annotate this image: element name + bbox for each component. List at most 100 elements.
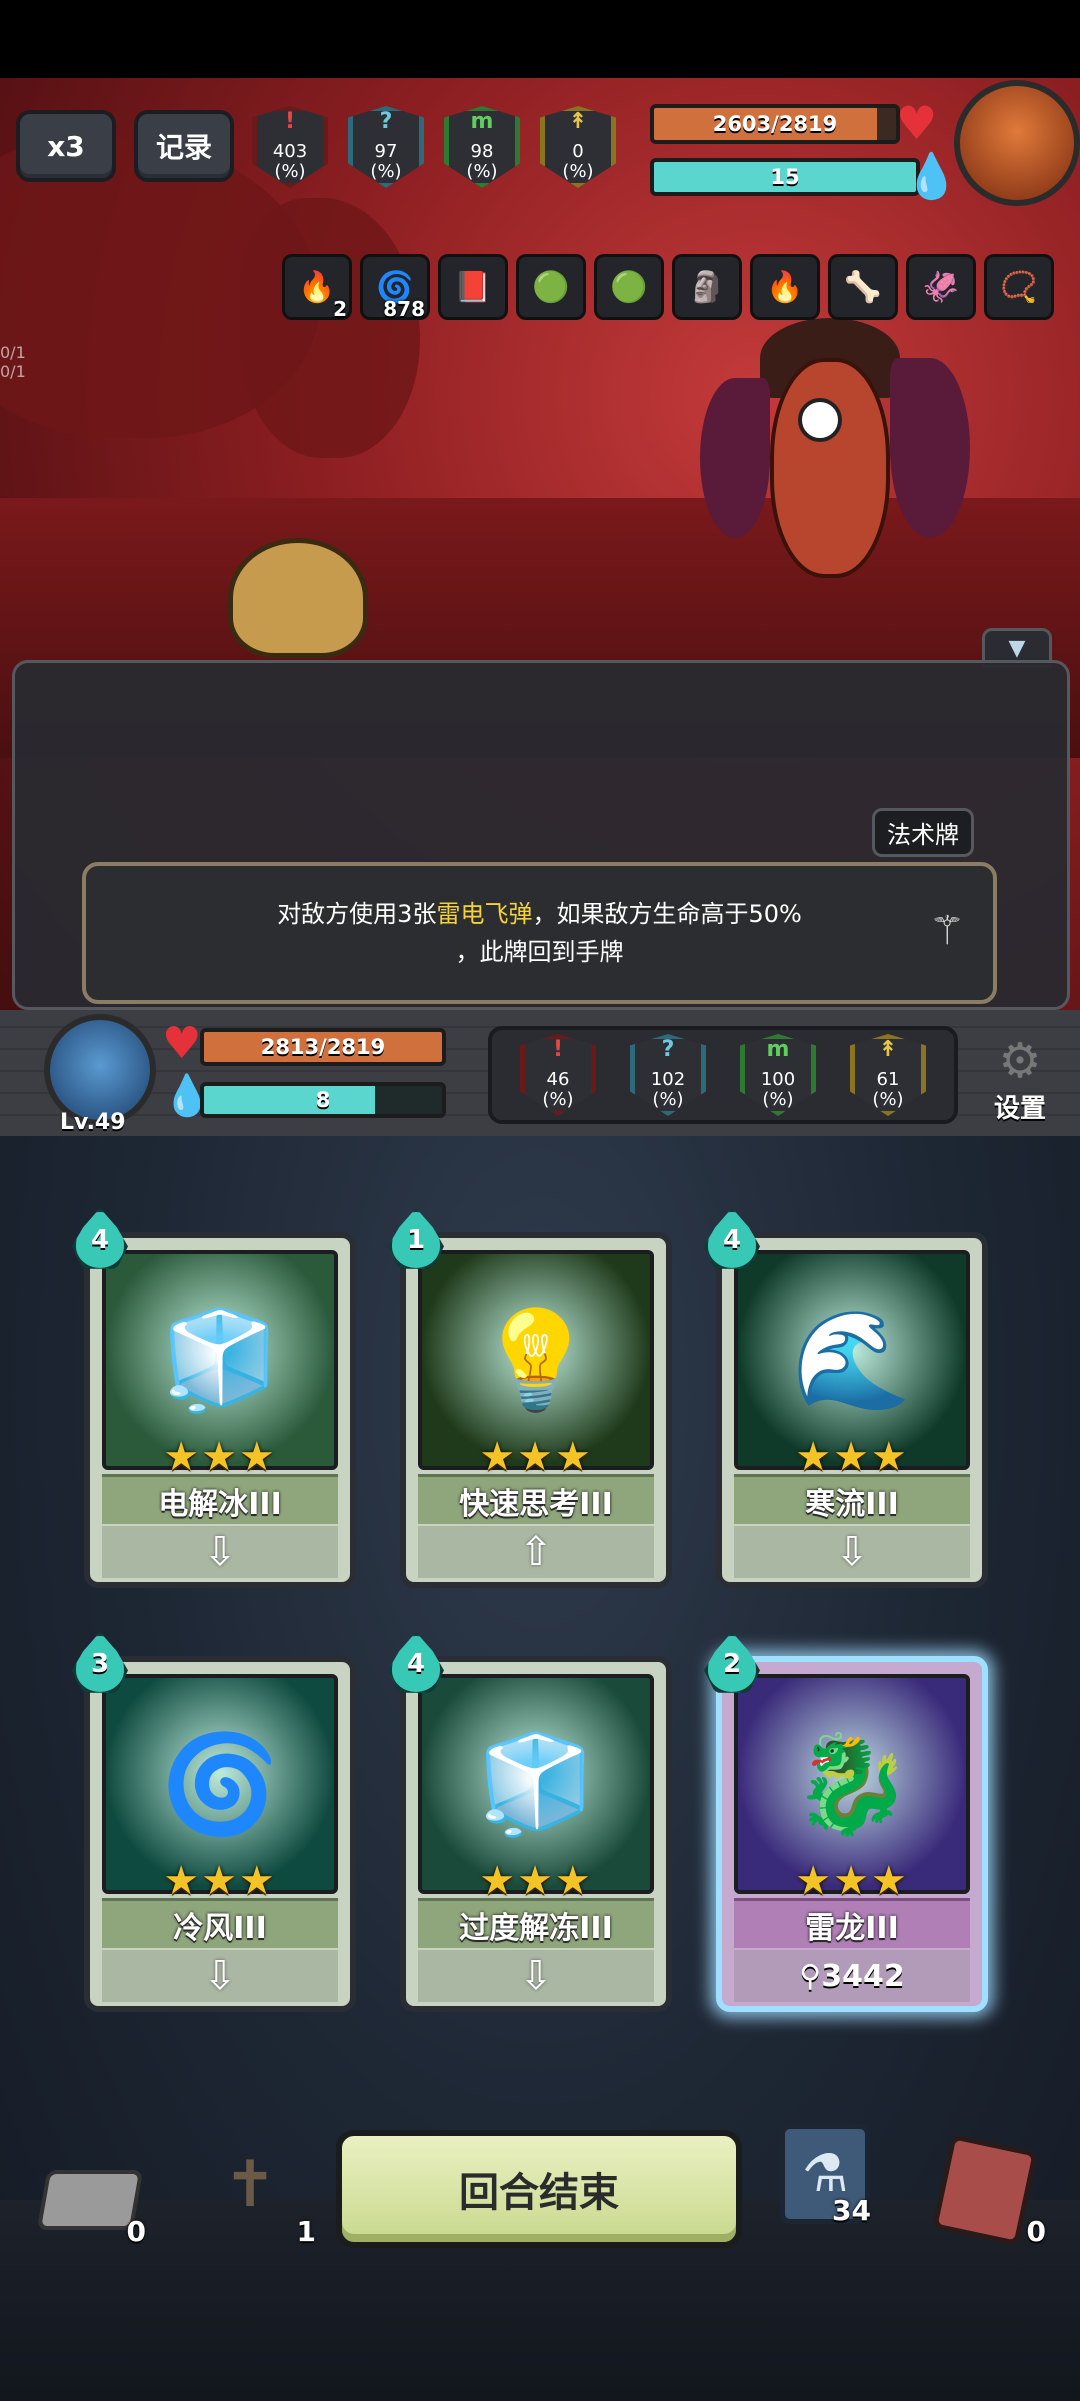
enemy-relic[interactable]: 🦴 xyxy=(828,254,898,320)
exhaust-pile[interactable]: 0 xyxy=(36,2160,146,2248)
grave-icon: ✝ xyxy=(223,2148,277,2222)
relic-slot[interactable]: 0/1 xyxy=(0,362,1080,381)
mana-cost-value: 3 xyxy=(90,1649,110,1679)
card-name: 电解冰III xyxy=(102,1474,338,1524)
gear-icon: ⚙ xyxy=(998,1033,1042,1089)
spell-card[interactable]: 🌀 ★★★ 冷风III ⇩ 3 xyxy=(72,1632,356,2012)
log-button[interactable]: 记录 xyxy=(134,110,234,182)
player-level: Lv.49 xyxy=(60,1110,126,1135)
card-name: 雷龙III xyxy=(734,1898,970,1948)
attack-icon: ! xyxy=(552,1037,564,1062)
enemy-avatar[interactable] xyxy=(954,80,1080,206)
speed-button[interactable]: x3 xyxy=(16,110,116,182)
card-art-icon: 🐉 xyxy=(792,1727,912,1840)
defense-icon: m xyxy=(766,1037,790,1062)
tooltip: 对敌方使用3张雷电飞弹，如果敌方生命高于50% ，此牌回到手牌 ⚚ xyxy=(82,862,997,1004)
horn-icon: 🦴 xyxy=(844,269,882,305)
mana-cost-value: 4 xyxy=(90,1225,110,1255)
card-value: ⚲ 3442 xyxy=(734,1950,970,2002)
player-character xyxy=(228,538,368,658)
card-type-arrow-icon: ⇩ xyxy=(734,1526,970,1578)
card-art-icon: 💡 xyxy=(476,1303,596,1416)
question-icon: ? xyxy=(379,109,393,134)
card-type-arrow-icon: ⇧ xyxy=(418,1526,654,1578)
card-type-arrow-icon: ⇩ xyxy=(102,1950,338,2002)
question-icon: ? xyxy=(661,1037,675,1062)
end-turn-button[interactable]: 回合结束 xyxy=(336,2130,742,2248)
enemy-wing-left xyxy=(700,378,770,538)
mana-cost-badge: 4 xyxy=(72,1208,128,1272)
mana-cost-value: 2 xyxy=(722,1649,742,1679)
mana-cost-badge: 2 xyxy=(704,1632,760,1696)
slot-progress: 0/1 xyxy=(0,362,26,381)
spell-card[interactable]: 🧊 ★★★ 过度解冻III ⇩ 4 xyxy=(388,1632,672,2012)
chevron-down-icon: ▼ xyxy=(1008,635,1026,661)
spell-card-tag: 法术牌 xyxy=(872,808,974,857)
enemy-relic[interactable]: 🟢 xyxy=(594,254,664,320)
relic-slot[interactable]: 0/1 xyxy=(0,343,1080,362)
draw-pile[interactable]: ⚗ 34 xyxy=(780,2124,871,2227)
spell-card[interactable]: 🌊 ★★★ 寒流III ⇩ 4 xyxy=(704,1208,988,1588)
card-name: 过度解冻III xyxy=(418,1898,654,1948)
slime-icon: 🟢 xyxy=(610,269,648,305)
mana-cost-value: 4 xyxy=(406,1649,426,1679)
power-icon: ↟ xyxy=(568,109,588,134)
discard-pile[interactable]: 0 xyxy=(930,2133,1046,2248)
spell-card[interactable]: 🧊 ★★★ 电解冰III ⇩ 4 xyxy=(72,1208,356,1588)
card-art-icon: 🧊 xyxy=(476,1727,596,1840)
enemy-wing-right xyxy=(890,358,970,538)
tooltip-wand-icon: ⚚ xyxy=(929,908,965,954)
statue-icon: 🗿 xyxy=(688,269,726,305)
spell-card[interactable]: 🐉 ★★★ 雷龙III ⚲ 3442 2 xyxy=(704,1632,988,2012)
card-name: 冷风III xyxy=(102,1898,338,1948)
attack-icon: ! xyxy=(284,109,296,134)
settings-button[interactable]: ⚙ 设置 xyxy=(970,1034,1070,1130)
enemy-relic[interactable]: 📿 xyxy=(984,254,1054,320)
wand-icon: ⚲ xyxy=(799,1958,822,1994)
enemy-mana-bar: 15 xyxy=(650,158,920,196)
enemy-relic[interactable]: 🟢 xyxy=(516,254,586,320)
enemy-relic[interactable]: 🌀 878 xyxy=(360,254,430,321)
card-power-value: 3442 xyxy=(821,1958,905,1994)
slime-icon: 🟢 xyxy=(532,269,570,305)
rock-pillar xyxy=(240,198,420,458)
power-icon: ↟ xyxy=(878,1037,898,1062)
relic-count: 878 xyxy=(383,297,425,321)
tooltip-highlight: 雷电飞弹 xyxy=(436,900,533,928)
beads-icon: 📿 xyxy=(1000,269,1038,305)
book-icon: 📕 xyxy=(454,269,492,305)
card-name: 快速思考III xyxy=(418,1474,654,1524)
enemy-eye xyxy=(798,398,842,442)
tooltip-line1: 对敌方使用3张雷电飞弹，如果敌方生命高于50% xyxy=(277,900,802,928)
card-art-icon: 🧊 xyxy=(160,1303,280,1416)
fire-claw-icon: 🔥 xyxy=(766,269,804,305)
enemy-relic[interactable]: 📕 xyxy=(438,254,508,320)
relic-count: 2 xyxy=(333,297,347,321)
mana-cost-value: 4 xyxy=(722,1225,742,1255)
card-art-icon: 🌊 xyxy=(792,1303,912,1416)
mana-drop-icon: 💧 xyxy=(904,151,959,202)
mana-cost-badge: 4 xyxy=(388,1632,444,1696)
card-type-arrow-icon: ⇩ xyxy=(418,1950,654,2002)
mana-cost-badge: 4 xyxy=(704,1208,760,1272)
player-hp-bar: 2813/2819 xyxy=(200,1028,446,1066)
player-mana-bar: 8 xyxy=(200,1082,446,1118)
enemy-relic[interactable]: 🔥 2 xyxy=(282,254,352,321)
enemy-relic[interactable]: 🦑 xyxy=(906,254,976,320)
spell-card[interactable]: 💡 ★★★ 快速思考III ⇧ 1 xyxy=(388,1208,672,1588)
card-back-icon xyxy=(931,2133,1039,2247)
card-art-icon: 🌀 xyxy=(160,1727,280,1840)
card-type-arrow-icon: ⇩ xyxy=(102,1526,338,1578)
enemy-body xyxy=(770,358,890,578)
enemy-hp-bar: 2603/2819 xyxy=(650,104,900,144)
heart-icon: ♥ xyxy=(162,1018,202,1069)
slot-progress: 0/1 xyxy=(0,343,26,362)
mana-cost-badge: 1 xyxy=(388,1208,444,1272)
graveyard-pile[interactable]: ✝ 1 xyxy=(190,2130,316,2248)
mana-cost-value: 1 xyxy=(406,1225,426,1255)
defense-icon: m xyxy=(470,109,494,134)
mana-cost-badge: 3 xyxy=(72,1632,128,1696)
heart-icon: ♥ xyxy=(896,96,938,150)
enemy-relic[interactable]: 🗿 xyxy=(672,254,742,320)
enemy-relic[interactable]: 🔥 xyxy=(750,254,820,320)
